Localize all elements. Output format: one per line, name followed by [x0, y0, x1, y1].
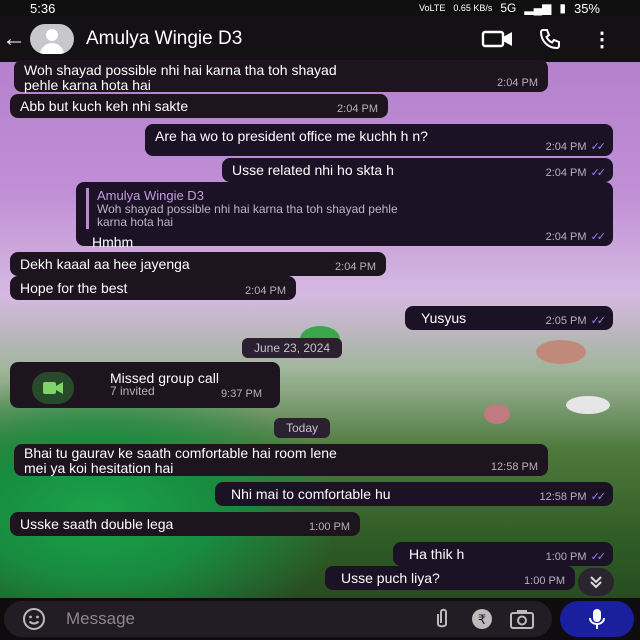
missed-call-card[interactable]: Missed group call 7 invited 9:37 PM [10, 362, 280, 408]
quoted-text: Woh shayad possible nhi hai karna tha to… [97, 202, 398, 229]
message-incoming[interactable]: Woh shayad possible nhi hai karna tha to… [14, 60, 548, 93]
battery-level: 35% [573, 0, 600, 16]
double-tick-icon: ✓✓ [590, 167, 607, 179]
message-outgoing[interactable]: Ha thik h 1:00 PM ✓✓ [393, 542, 613, 566]
message-text: Woh shayad possible nhi hai karna tha to… [24, 62, 337, 93]
background-flower [484, 404, 510, 424]
message-incoming[interactable]: Hope for the best 2:04 PM [10, 276, 296, 300]
message-time: 2:04 PM ✓✓ [545, 231, 607, 243]
chat-header: ← Amulya Wingie D3 ⋮ [0, 16, 640, 62]
message-time: 2:04 PM ✓✓ [545, 167, 607, 179]
message-time: 1:00 PM ✓✓ [545, 551, 607, 563]
double-tick-icon: ✓✓ [590, 315, 607, 327]
double-tick-icon: ✓✓ [590, 551, 607, 563]
message-time: 1:00 PM [524, 575, 565, 587]
message-text: Dekh kaaal aa hee jayenga [20, 256, 190, 272]
date-separator: Today [274, 418, 331, 438]
message-time: 2:05 PM ✓✓ [545, 315, 607, 327]
message-outgoing[interactable]: Usse related nhi ho skta h 2:04 PM ✓✓ [222, 158, 613, 182]
message-outgoing-reply[interactable]: Amulya Wingie D3 Woh shayad possible nhi… [76, 182, 613, 250]
message-text: Hmhm [92, 234, 134, 250]
message-time: 2:04 PM [497, 77, 538, 89]
message-incoming[interactable]: Usske saath double lega 1:00 PM [10, 512, 360, 536]
double-tick-icon: ✓✓ [590, 231, 607, 243]
rupee-icon[interactable]: ₹ [462, 607, 502, 631]
background-flower [536, 340, 586, 364]
back-arrow-icon[interactable]: ← [0, 25, 28, 53]
message-time: 2:04 PM [245, 285, 286, 297]
message-incoming[interactable]: Dekh kaaal aa hee jayenga 2:04 PM [10, 252, 386, 276]
message-placeholder: Message [66, 609, 135, 628]
status-bar: 5:36 VoLTE 0.65 KB/s 5G ▂▄▆ ▮ 35% [0, 0, 640, 16]
message-time: 12:58 PM ✓✓ [539, 491, 607, 503]
battery-icon: ▮ [559, 1, 566, 15]
speed-label: 0.65 KB/s [453, 3, 493, 13]
quoted-sender: Amulya Wingie D3 [97, 188, 204, 203]
avatar[interactable] [30, 24, 74, 54]
status-time: 5:36 [30, 0, 56, 16]
network-label: 5G [500, 1, 517, 15]
camera-icon[interactable] [502, 608, 542, 630]
svg-text:₹: ₹ [478, 613, 486, 628]
phone-icon[interactable] [524, 27, 576, 51]
mic-icon[interactable] [560, 601, 634, 637]
missed-video-call-icon [32, 372, 74, 404]
message-incoming[interactable]: Bhai tu gaurav ke saath comfortable hai … [14, 444, 548, 476]
contact-name[interactable]: Amulya Wingie D3 [86, 28, 472, 50]
double-tick-icon: ✓✓ [590, 141, 607, 153]
double-tick-icon: ✓✓ [590, 491, 607, 503]
message-time: 2:04 PM ✓✓ [545, 141, 607, 153]
quoted-message[interactable]: Amulya Wingie D3 Woh shayad possible nhi… [86, 188, 603, 229]
message-time: 2:04 PM [335, 261, 376, 273]
message-text: Abb but kuch keh nhi sakte [20, 98, 189, 114]
message-text: Bhai tu gaurav ke saath comfortable hai … [24, 445, 337, 476]
message-time: 9:37 PM [221, 388, 262, 400]
message-text: Usske saath double lega [20, 516, 174, 532]
message-time: 2:04 PM [337, 103, 378, 115]
signal-icon: ▂▄▆ [524, 1, 552, 15]
background-flower [566, 396, 610, 414]
message-outgoing[interactable]: Are ha wo to president office me kuchh h… [145, 124, 613, 156]
more-icon[interactable]: ⋮ [576, 27, 628, 52]
message-outgoing[interactable]: Usse puch liya? 1:00 PM [325, 566, 575, 590]
message-outgoing[interactable]: Yusyus 2:05 PM ✓✓ [405, 306, 613, 330]
video-call-icon[interactable] [472, 29, 524, 49]
message-text: Are ha wo to president office me kuchh h… [155, 128, 428, 144]
message-time: 12:58 PM [490, 461, 538, 473]
attach-icon[interactable] [422, 608, 462, 630]
date-separator: June 23, 2024 [242, 338, 343, 358]
emoji-icon[interactable] [14, 607, 54, 631]
volte-label: VoLTE [418, 3, 446, 13]
message-time: 1:00 PM [309, 521, 350, 533]
message-outgoing[interactable]: Nhi mai to comfortable hu 12:58 PM ✓✓ [215, 482, 613, 506]
call-subtitle: 7 invited [110, 384, 155, 398]
message-input[interactable]: Message ₹ [4, 601, 552, 637]
message-incoming[interactable]: Abb but kuch keh nhi sakte 2:04 PM [10, 94, 388, 118]
scroll-down-icon[interactable] [578, 568, 614, 596]
